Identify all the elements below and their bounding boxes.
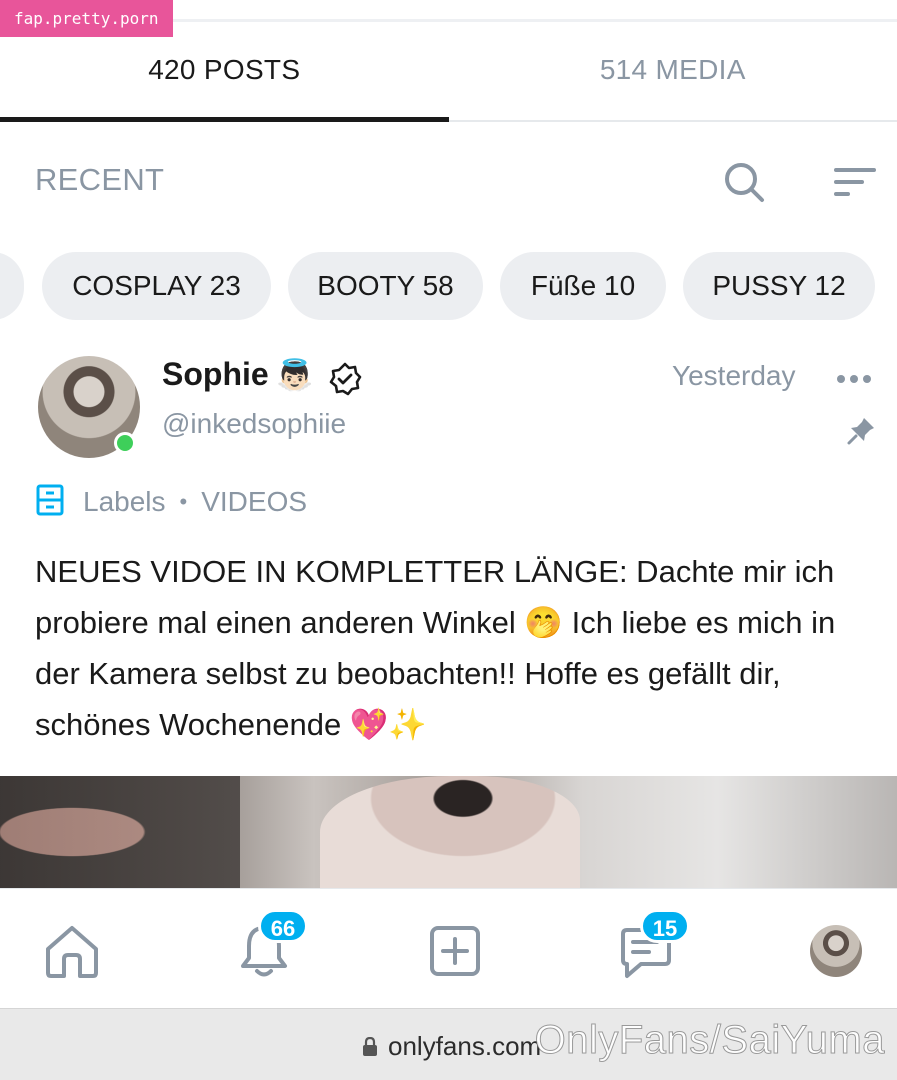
media-shade-left [0, 776, 240, 888]
author-emoji: 👼🏻 [276, 359, 314, 392]
author-name[interactable]: Sophie [162, 356, 269, 393]
pin-icon [846, 416, 876, 451]
tab-posts[interactable]: 420 POSTS [0, 22, 449, 122]
post-emoji-end: 💖✨ [349, 707, 428, 742]
tab-media[interactable]: 514 MEDIA [449, 22, 897, 120]
post-emoji-mid: 🤭 [524, 605, 564, 640]
chip-cosplay[interactable]: COSPLAY 23 [42, 252, 271, 320]
media-shade-center [320, 776, 580, 888]
recent-label: RECENT [35, 162, 165, 197]
labels-label[interactable]: Labels [83, 486, 166, 518]
label-videos[interactable]: VIDEOS [201, 486, 307, 518]
search-icon[interactable] [720, 158, 768, 206]
lock-icon [362, 1036, 378, 1057]
url-display[interactable]: onlyfans.com [362, 1031, 541, 1062]
messages-badge: 15 [640, 909, 690, 943]
post-text: NEUES VIDOE IN KOMPLETTER LÄNGE: Dachte … [35, 546, 875, 750]
watermark-top: fap.pretty.porn [0, 0, 173, 37]
notifications-badge: 66 [258, 909, 308, 943]
add-post-icon[interactable] [423, 919, 487, 983]
recent-header: RECENT [0, 140, 897, 224]
url-text: onlyfans.com [388, 1031, 542, 1061]
online-indicator [114, 432, 136, 454]
home-icon[interactable] [40, 919, 104, 983]
profile-avatar-nav[interactable] [810, 925, 862, 977]
more-options-icon[interactable] [834, 364, 874, 394]
label-chips: COSPLAY 23 BOOTY 58 Füße 10 PUSSY 12 [0, 252, 897, 322]
sort-icon[interactable] [830, 158, 878, 206]
post-media[interactable] [0, 776, 897, 888]
chip-booty[interactable]: BOOTY 58 [288, 252, 483, 320]
chip-pussy[interactable]: PUSSY 12 [683, 252, 875, 320]
bottom-nav: 66 15 [0, 888, 897, 1008]
profile-tabs: 420 POSTS 514 MEDIA [0, 22, 897, 122]
watermark-bottom: OnlyFans/SaiYuma [534, 1018, 885, 1063]
verified-icon [328, 362, 362, 401]
labels-separator: • [179, 489, 188, 514]
author-handle[interactable]: @inkedsophiie [162, 408, 346, 440]
post-labels: Labels • VIDEOS [35, 484, 307, 520]
labels-icon [35, 483, 65, 522]
post-time: Yesterday [672, 360, 796, 391]
chip-partial[interactable] [0, 252, 24, 320]
post-header: Sophie 👼🏻 @inkedsophiie Yesterday [0, 352, 897, 472]
chip-fuesse[interactable]: Füße 10 [500, 252, 666, 320]
